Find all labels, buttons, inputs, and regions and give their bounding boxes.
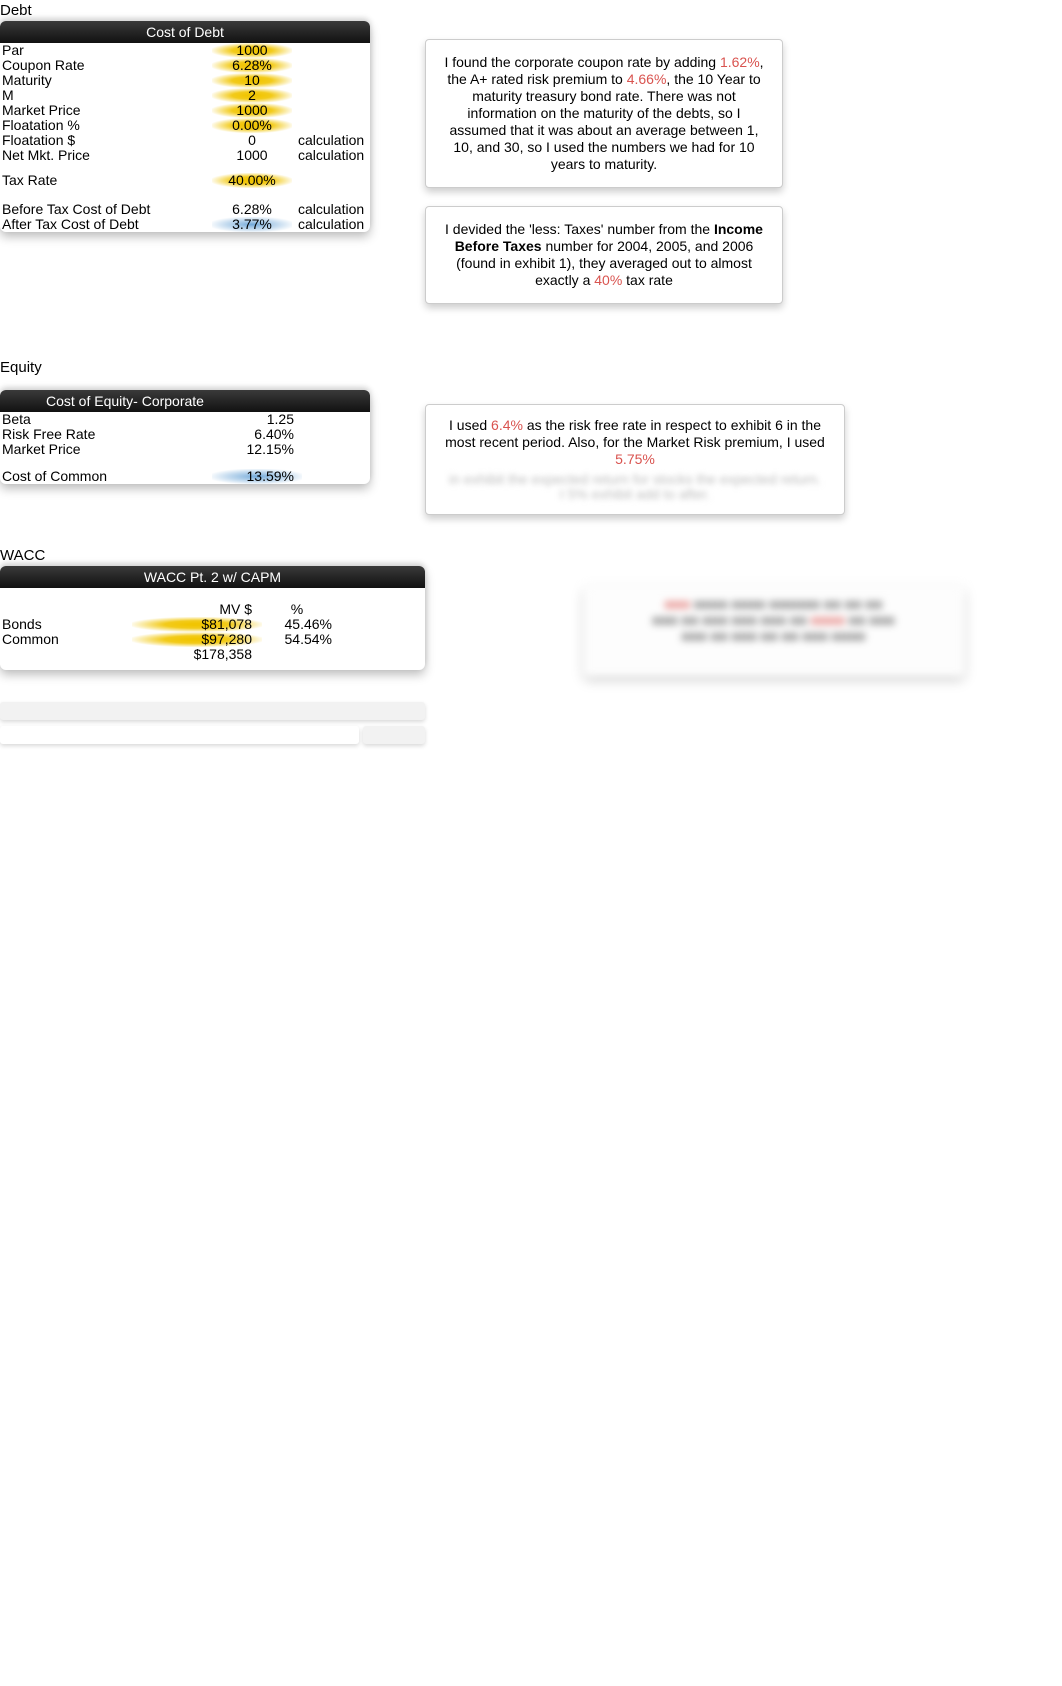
cost-of-equity-table: Cost of Equity- Corporate Beta1.25Risk F… [0, 390, 370, 484]
table-row: Bonds$81,07845.46% [0, 617, 425, 632]
wacc-table: WACC Pt. 2 w/ CAPM MV $ % Bonds$81,07845… [0, 566, 425, 670]
table-row: Par1000 [0, 43, 370, 58]
table-row: Net Mkt. Price1000calculation [0, 148, 370, 163]
table-row: Before Tax Cost of Debt6.28%calculation [0, 202, 370, 217]
wacc-title: WACC Pt. 2 w/ CAPM [0, 566, 425, 588]
table-row: Beta1.25 [0, 412, 370, 427]
wacc-result-bar-2 [0, 726, 359, 744]
debt-explain-1: I found the corporate coupon rate by add… [425, 39, 783, 188]
table-row: $178,358 [0, 647, 425, 662]
table-row: Coupon Rate6.28% [0, 58, 370, 73]
wacc-result-bar-1 [0, 702, 425, 720]
tax-rate-row: Tax Rate 40.00% [0, 173, 370, 188]
wacc-result-highlight [363, 726, 425, 744]
table-row: Floatation $0calculation [0, 133, 370, 148]
table-row: After Tax Cost of Debt3.77%calculation [0, 217, 370, 232]
table-row: Market Price1000 [0, 103, 370, 118]
table-row: Floatation %0.00% [0, 118, 370, 133]
table-row: Risk Free Rate6.40% [0, 427, 370, 442]
table-row: Maturity10 [0, 73, 370, 88]
cost-of-common-row: Cost of Common 13.59% [0, 469, 370, 484]
debt-explain-2: I devided the 'less: Taxes' number from … [425, 206, 783, 304]
wacc-head-row: MV $ % [0, 602, 425, 617]
wacc-explain-blurred: ■■■ ■■■■ ■■■■ ■■■■■■ ■■ ■■ ■■ ■■■ ■■ ■■■… [584, 586, 964, 676]
table-row: Market Price12.15% [0, 442, 370, 457]
table-row: Common$97,28054.54% [0, 632, 425, 647]
wacc-section-label: WACC [0, 545, 1062, 566]
debt-section-label: Debt [0, 0, 1062, 21]
equity-explain: I used 6.4% as the risk free rate in res… [425, 404, 845, 515]
cost-of-debt-title: Cost of Debt [0, 21, 370, 43]
equity-section-label: Equity [0, 357, 1062, 378]
table-row: M2 [0, 88, 370, 103]
cost-of-equity-title: Cost of Equity- Corporate [0, 390, 370, 412]
cost-of-debt-table: Cost of Debt Par1000Coupon Rate6.28%Matu… [0, 21, 370, 232]
